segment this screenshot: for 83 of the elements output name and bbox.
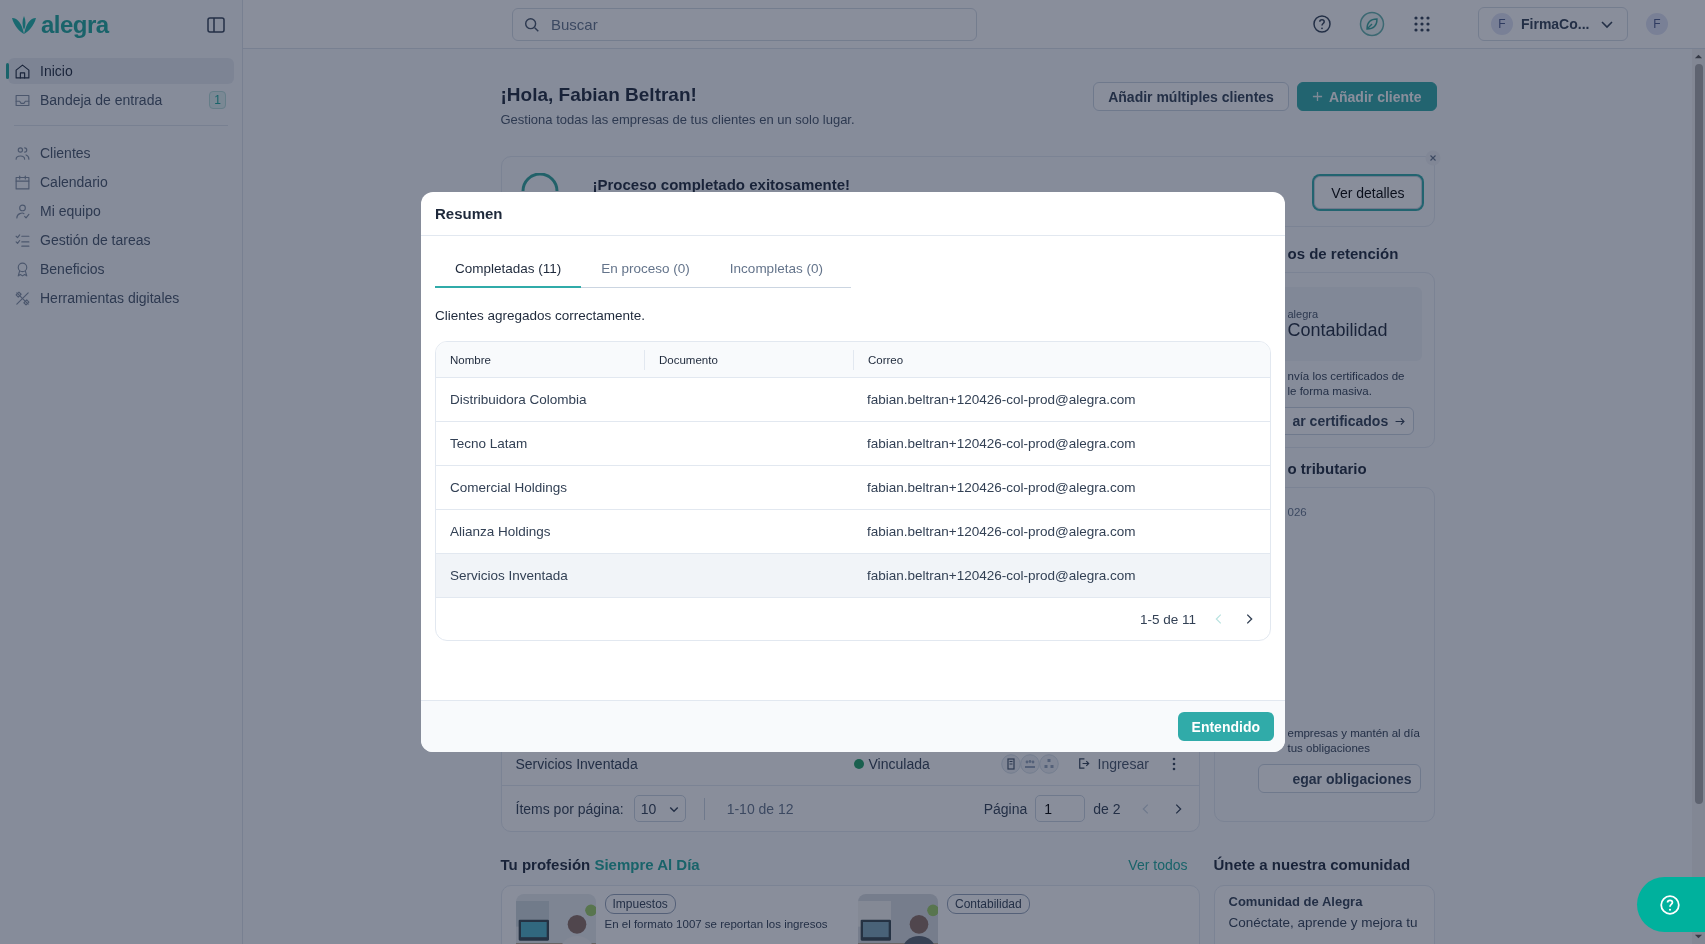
account-dropdown[interactable]: F FirmaCo... bbox=[1478, 7, 1628, 41]
dialog-title: Resumen bbox=[435, 205, 503, 222]
sidebar-item[interactable]: Inicio bbox=[8, 58, 234, 84]
table-cell-text: fabian.beltran+120426-col-prod@alegra.com bbox=[866, 524, 1136, 539]
tools-icon bbox=[14, 289, 31, 307]
understood-button[interactable]: Entendido bbox=[1177, 712, 1274, 741]
table-cell-text: fabian.beltran+120426-col-prod@alegra.com bbox=[866, 480, 1136, 495]
table-cell-text: Servicios Inventada bbox=[449, 568, 569, 583]
banner-title: ¡Proceso completado exitosamente! bbox=[592, 176, 851, 193]
result-message: Clientes agregados correctamente. bbox=[435, 308, 647, 323]
hierarchy-icon[interactable] bbox=[1038, 753, 1059, 774]
column-header: Correo bbox=[853, 349, 904, 370]
page-total: de 2 bbox=[1093, 800, 1121, 817]
help-icon[interactable] bbox=[1312, 14, 1332, 34]
tab[interactable]: En proceso (0) bbox=[581, 251, 710, 288]
see-all-link[interactable]: Ver todos bbox=[1128, 856, 1188, 873]
sidebar-item[interactable]: Beneficios bbox=[8, 256, 234, 282]
page-title: ¡Hola, Fabian Beltran! bbox=[500, 84, 698, 106]
user-check-icon bbox=[14, 202, 31, 220]
sidebar-toggle-icon[interactable] bbox=[206, 14, 226, 35]
user-avatar[interactable]: F bbox=[1646, 13, 1668, 35]
building-icon[interactable] bbox=[1000, 753, 1021, 774]
client-name: Servicios Inventada bbox=[515, 755, 639, 772]
article-text[interactable]: En el formato 1007 se reportan los ingresos bbox=[604, 918, 828, 930]
table-cell-text: fabian.beltran+120426-col-prod@alegra.com bbox=[866, 392, 1136, 407]
page-label: Página bbox=[983, 800, 1028, 817]
search-icon bbox=[523, 15, 541, 34]
table-cell-text: Comercial Holdings bbox=[449, 480, 569, 495]
sidebar-item[interactable]: Herramientas digitales bbox=[8, 285, 234, 311]
help-button[interactable] bbox=[1637, 877, 1705, 932]
plus-icon bbox=[1311, 91, 1323, 102]
table-cell-text: Distribuidora Colombia bbox=[449, 392, 588, 407]
section-heading: os de retención bbox=[1286, 245, 1400, 262]
table-cell-text: Alianza Holdings bbox=[449, 524, 552, 539]
section-heading: Tu profesión Siempre Al Día bbox=[500, 856, 700, 873]
details-button[interactable]: Ver detalles bbox=[1314, 176, 1422, 209]
range-label: 1-5 de 11 bbox=[1139, 611, 1196, 627]
table-cell-text: fabian.beltran+120426-col-prod@alegra.com bbox=[866, 568, 1136, 583]
help-icon bbox=[1659, 893, 1681, 916]
obligations-button[interactable]: egar obligaciones bbox=[1257, 764, 1421, 793]
card-text: le forma masiva. bbox=[1287, 384, 1373, 400]
sidebar-item[interactable]: Bandeja de entrada 1 bbox=[8, 87, 234, 113]
calendar-icon bbox=[14, 173, 31, 191]
page-subtitle: Gestiona todas las empresas de tus clientes en un solo lugar. bbox=[500, 112, 855, 127]
date-text: 026 bbox=[1287, 506, 1308, 518]
sidebar-item[interactable]: Gestión de tareas bbox=[8, 227, 234, 253]
tab[interactable]: Completadas (11) bbox=[435, 251, 582, 288]
community-text: Conéctate, aprende y mejora tu bbox=[1228, 915, 1419, 930]
per-page-select[interactable]: 10 bbox=[633, 795, 686, 822]
leaf-icon[interactable] bbox=[1359, 11, 1385, 37]
add-client-button[interactable]: Añadir cliente bbox=[1296, 82, 1437, 111]
community-title: Comunidad de Alegra bbox=[1228, 894, 1364, 909]
scroll-up-icon[interactable] bbox=[1694, 52, 1703, 61]
section-heading: Únete a nuestra comunidad bbox=[1213, 856, 1412, 873]
page-input[interactable]: 1 bbox=[1035, 795, 1086, 822]
checklist-icon bbox=[14, 231, 31, 249]
sidebar-item[interactable]: Clientes bbox=[8, 140, 234, 166]
category-tag[interactable]: Contabilidad bbox=[947, 894, 1030, 914]
card-text: empresas y mantén al día bbox=[1287, 726, 1420, 741]
add-multiple-button[interactable]: Añadir múltiples clientes bbox=[1093, 82, 1289, 111]
column-header: Documento bbox=[644, 349, 853, 370]
logo-text: alegra bbox=[41, 10, 109, 39]
card-text: tus obligaciones bbox=[1287, 741, 1371, 756]
card-text: nvía los certificados de bbox=[1287, 369, 1406, 385]
scrollbar[interactable] bbox=[1692, 49, 1705, 944]
sidebar-item[interactable]: Mi equipo bbox=[8, 198, 234, 224]
category-tag[interactable]: Impuestos bbox=[604, 894, 676, 914]
more-options-icon[interactable] bbox=[1170, 755, 1177, 772]
range-label: 1-10 de 12 bbox=[726, 800, 794, 817]
enter-link[interactable]: Ingresar bbox=[1075, 755, 1149, 772]
group-icon[interactable] bbox=[1019, 753, 1040, 774]
table-cell-text: Tecno Latam bbox=[449, 436, 529, 451]
apps-grid-icon[interactable] bbox=[1412, 14, 1432, 34]
section-heading: o tributario bbox=[1286, 460, 1368, 477]
tab[interactable]: Incompletas (0) bbox=[709, 251, 843, 288]
search-field[interactable]: Buscar bbox=[512, 7, 977, 41]
column-header: Nombre bbox=[449, 353, 492, 366]
sidebar-item[interactable]: Calendario bbox=[8, 169, 234, 195]
table-cell-text: fabian.beltran+120426-col-prod@alegra.com bbox=[866, 436, 1136, 451]
users-icon bbox=[14, 144, 31, 162]
home-icon bbox=[14, 62, 31, 80]
status-label: Vinculada bbox=[853, 755, 1001, 772]
per-page-label: Ítems por página: bbox=[515, 800, 624, 817]
